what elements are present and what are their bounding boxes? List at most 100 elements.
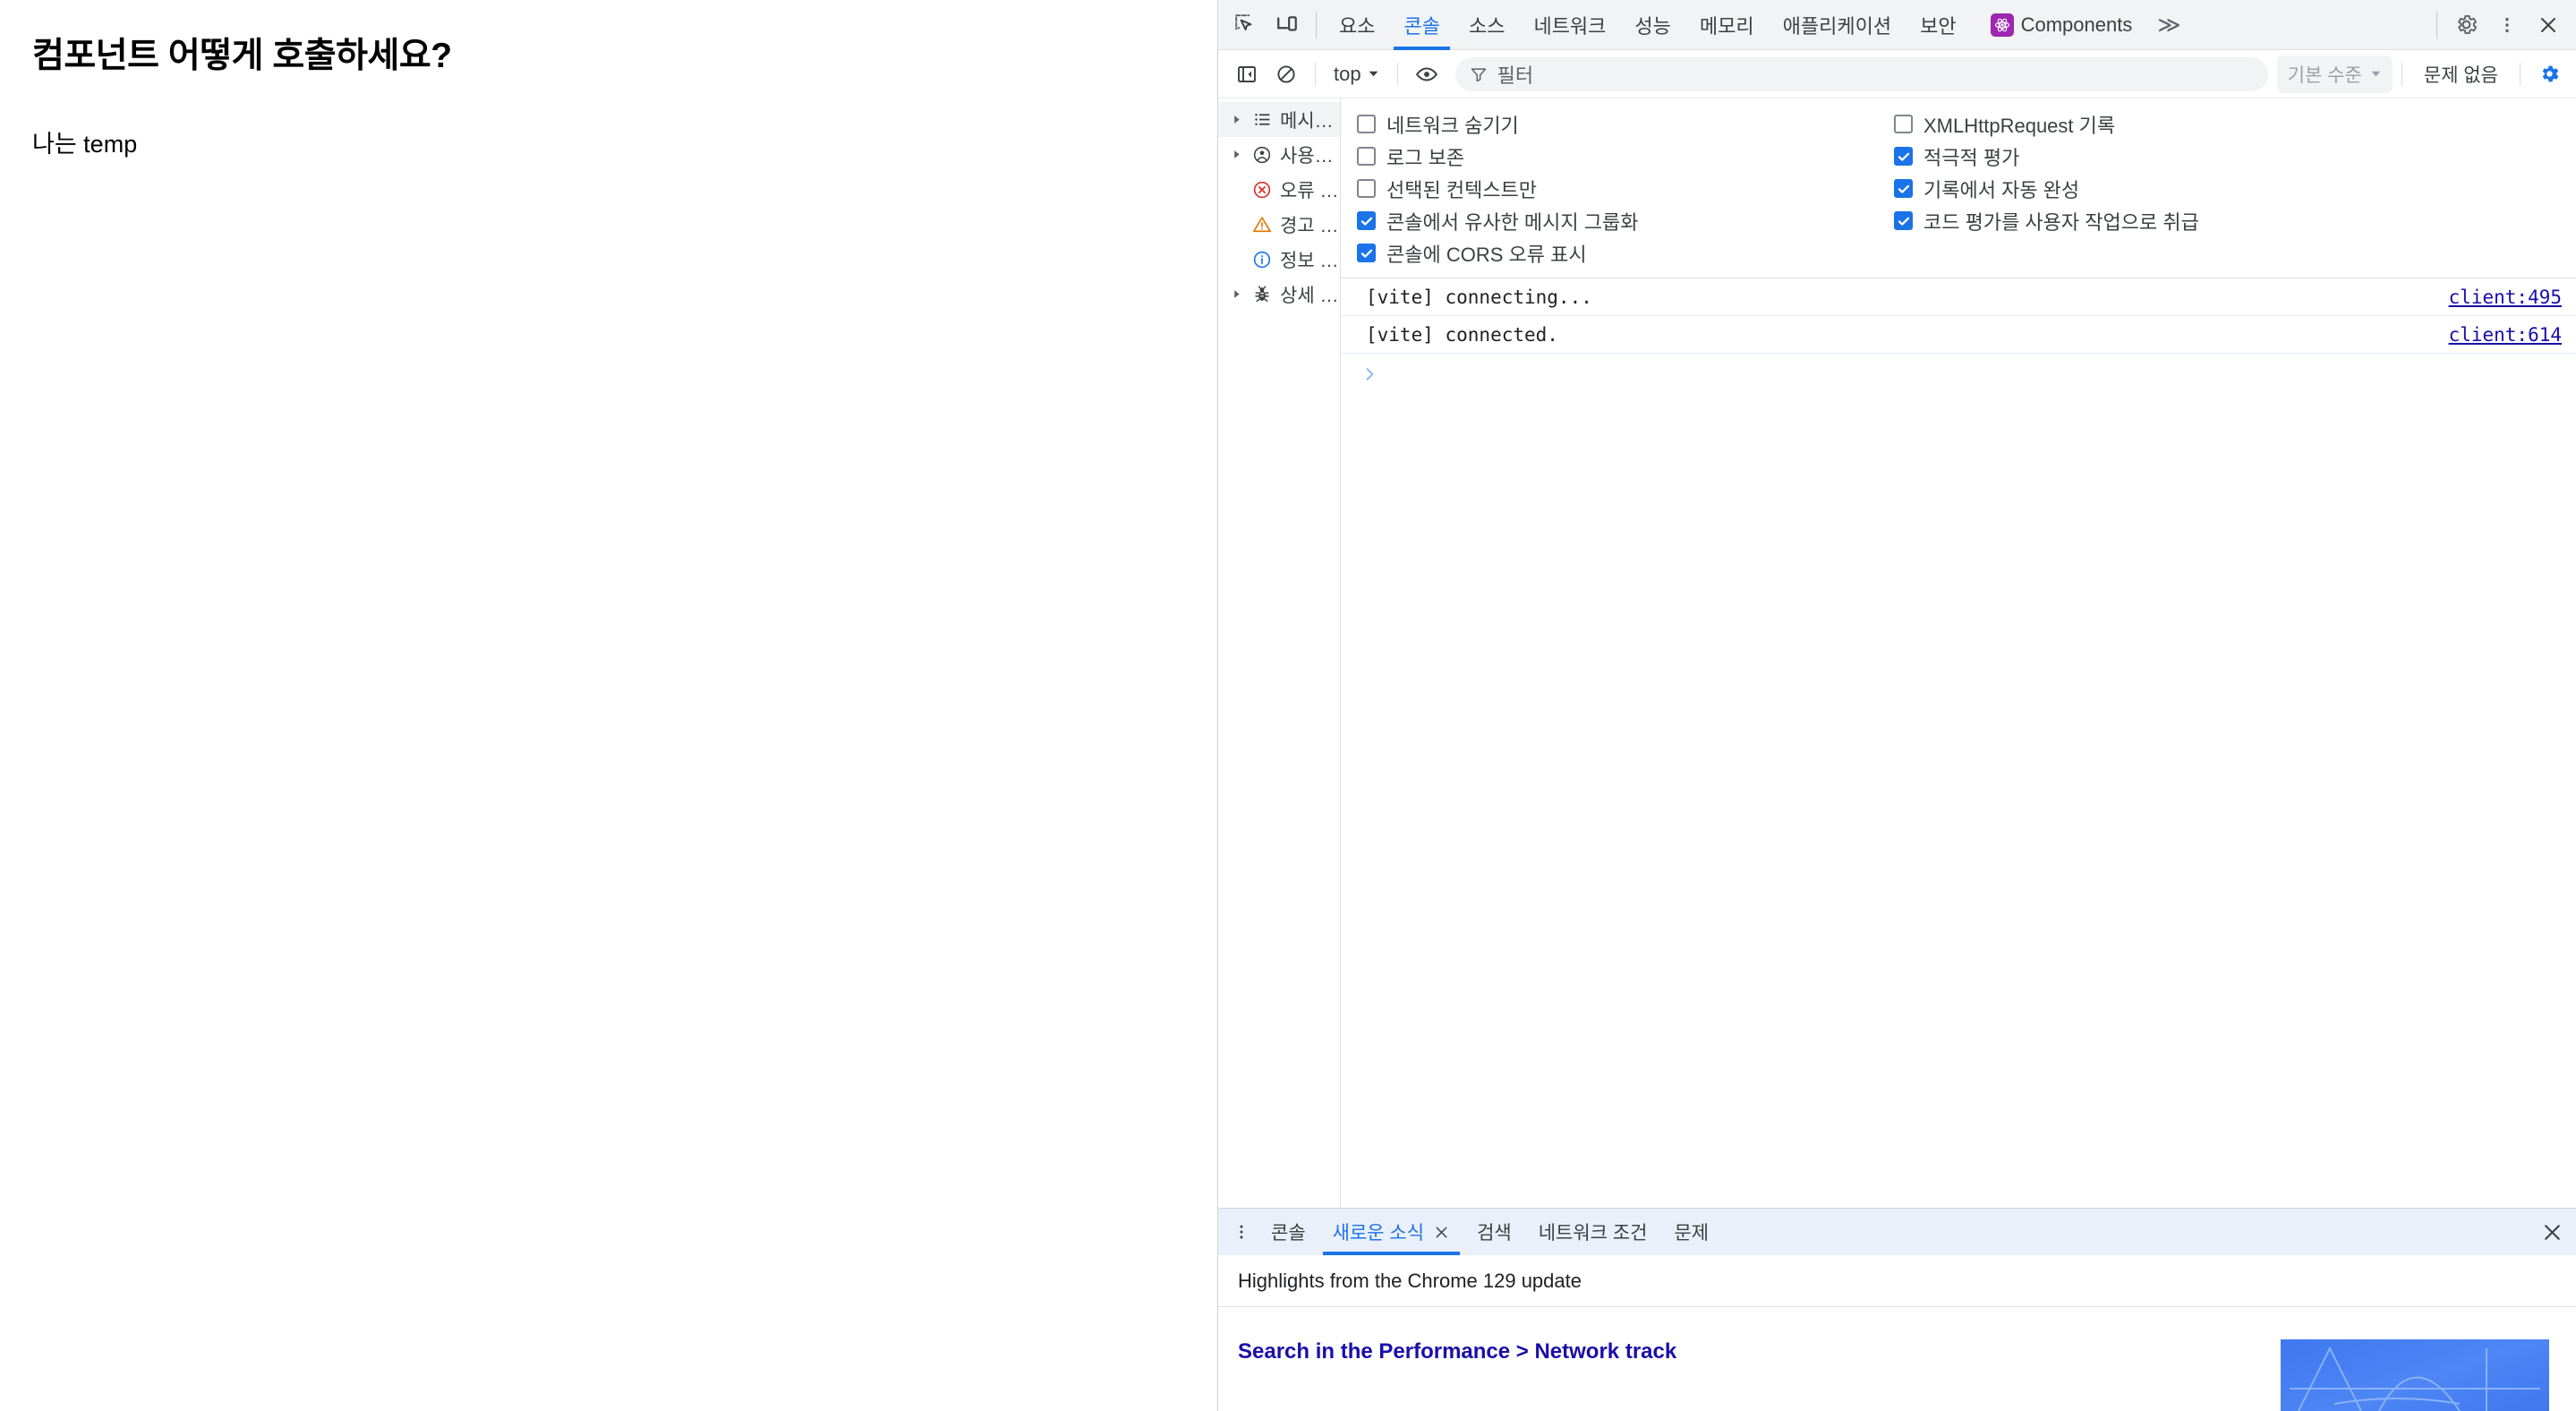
- drawer-tab-label: 콘솔: [1271, 1219, 1306, 1245]
- console-sidebar-toggle-icon[interactable]: [1227, 55, 1267, 94]
- console-message-source-link[interactable]: client:614: [2449, 324, 2562, 346]
- setting-log-xhr[interactable]: XMLHttpRequest 기록: [1894, 111, 2199, 137]
- console-settings-right-column: XMLHttpRequest 기록 적극적 평가 기: [1894, 111, 2199, 266]
- tab-components[interactable]: Components: [1971, 0, 2147, 50]
- setting-label: 적극적 평가: [1923, 142, 2019, 171]
- drawer-more-options-icon[interactable]: [1225, 1223, 1258, 1241]
- setting-selected-context-only[interactable]: 선택된 컨텍스트만: [1357, 175, 1894, 201]
- setting-autocomplete-from-history[interactable]: 기록에서 자동 완성: [1894, 175, 2199, 201]
- setting-label: XMLHttpRequest 기록: [1923, 110, 2115, 139]
- tabbar-divider: [1316, 12, 1317, 38]
- tab-sources[interactable]: 소스: [1454, 0, 1519, 50]
- web-page-content: 컴포넌트 어떻게 호출하세요? 나는 temp: [0, 0, 1218, 1411]
- setting-label: 콘솔에 CORS 오류 표시: [1386, 239, 1587, 268]
- console-body: 메시지 2개 사용자 메시…: [1218, 98, 2576, 1208]
- tab-label: Components: [2021, 13, 2133, 37]
- close-icon[interactable]: [2528, 4, 2569, 46]
- more-tabs-icon[interactable]: ≫: [2146, 12, 2191, 38]
- sidebar-item-label: 메시지 2개: [1280, 107, 1340, 133]
- tabbar-right-controls: [2428, 4, 2576, 46]
- setting-show-cors-errors[interactable]: 콘솔에 CORS 오류 표시: [1357, 240, 1894, 266]
- user-icon: [1250, 145, 1274, 165]
- gear-icon[interactable]: [2445, 4, 2486, 46]
- setting-label: 로그 보존: [1386, 142, 1464, 171]
- console-message-source-link[interactable]: client:495: [2449, 286, 2562, 308]
- log-level-select[interactable]: 기본 수준: [2277, 56, 2393, 93]
- expand-arrow-icon[interactable]: [1231, 150, 1244, 159]
- tab-label: 성능: [1634, 11, 1670, 39]
- drawer-tab-label: 새로운 소식: [1333, 1219, 1424, 1245]
- sidebar-item-info[interactable]: 정보 없음: [1218, 242, 1340, 277]
- tab-network[interactable]: 네트워크: [1519, 0, 1620, 50]
- sidebar-item-errors[interactable]: 오류 없음: [1218, 172, 1340, 207]
- expand-arrow-icon[interactable]: [1231, 289, 1244, 299]
- setting-treat-eval-as-user-action[interactable]: 코드 평가를 사용자 작업으로 취급: [1894, 208, 2199, 234]
- whats-new-link[interactable]: Search in the Performance > Network trac…: [1238, 1339, 2281, 1364]
- whats-new-item: Search in the Performance > Network trac…: [1218, 1307, 2576, 1411]
- page-paragraph: 나는 temp: [32, 124, 1185, 159]
- setting-hide-network[interactable]: 네트워크 숨기기: [1357, 111, 1894, 137]
- chevron-down-icon: [2370, 68, 2382, 80]
- tab-memory[interactable]: 메모리: [1685, 0, 1769, 50]
- drawer-close-icon[interactable]: [2528, 1221, 2576, 1244]
- checkbox[interactable]: [1357, 211, 1376, 230]
- filterbar-divider-4: [2520, 63, 2521, 86]
- sidebar-item-verbose[interactable]: 상세 메시지 …: [1218, 277, 1340, 312]
- tab-console[interactable]: 콘솔: [1389, 0, 1454, 50]
- drawer-tab-label: 문제: [1674, 1219, 1709, 1245]
- sidebar-item-user-messages[interactable]: 사용자 메시…: [1218, 137, 1340, 172]
- checkbox[interactable]: [1894, 179, 1913, 198]
- setting-group-similar[interactable]: 콘솔에서 유사한 메시지 그룹화: [1357, 208, 1894, 234]
- filter-placeholder: 필터: [1497, 60, 1533, 89]
- drawer-tab-whats-new[interactable]: 새로운 소식: [1319, 1209, 1463, 1255]
- sidebar-item-label: 정보 없음: [1280, 246, 1340, 273]
- console-prompt[interactable]: [1341, 354, 2576, 395]
- more-options-icon[interactable]: [2486, 4, 2528, 46]
- error-icon: [1250, 180, 1274, 200]
- tab-label: 소스: [1469, 11, 1505, 39]
- checkbox[interactable]: [1357, 115, 1376, 133]
- console-message-row[interactable]: [vite] connecting... client:495: [1341, 278, 2576, 316]
- checkbox[interactable]: [1357, 147, 1376, 166]
- page-title: 컴포넌트 어떻게 호출하세요?: [32, 36, 1185, 78]
- device-toolbar-icon[interactable]: [1267, 4, 1308, 46]
- filterbar-divider-3: [2401, 63, 2402, 86]
- live-expression-icon[interactable]: [1407, 55, 1446, 94]
- tab-application[interactable]: 애플리케이션: [1769, 0, 1906, 50]
- setting-label: 콘솔에서 유사한 메시지 그룹화: [1386, 207, 1638, 235]
- checkbox[interactable]: [1894, 147, 1913, 166]
- checkbox[interactable]: [1357, 244, 1376, 262]
- setting-eager-evaluation[interactable]: 적극적 평가: [1894, 143, 2199, 169]
- drawer-tab-console[interactable]: 콘솔: [1258, 1209, 1319, 1255]
- devtools-drawer: 콘솔 새로운 소식 검색 네트워크 조건 문제: [1218, 1208, 2576, 1411]
- console-settings-gear-icon[interactable]: [2529, 55, 2569, 94]
- expand-arrow-icon[interactable]: [1231, 115, 1244, 124]
- sidebar-item-label: 사용자 메시…: [1280, 141, 1340, 168]
- drawer-tab-search[interactable]: 검색: [1463, 1209, 1525, 1255]
- checkbox[interactable]: [1894, 211, 1913, 230]
- react-atom-icon: [1991, 13, 2014, 37]
- sidebar-item-warnings[interactable]: 경고 없음: [1218, 207, 1340, 242]
- sidebar-item-messages[interactable]: 메시지 2개: [1218, 102, 1340, 137]
- clear-console-icon[interactable]: [1267, 55, 1306, 94]
- tab-label: 애플리케이션: [1783, 11, 1891, 39]
- inspect-element-icon[interactable]: [1225, 4, 1267, 46]
- issues-status[interactable]: 문제 없음: [2411, 61, 2511, 88]
- execution-context-select[interactable]: top: [1325, 63, 1388, 86]
- console-settings-pane: 네트워크 숨기기 로그 보존 선택된 컨텍스트만: [1341, 98, 2576, 278]
- drawer-tab-close-icon[interactable]: [1433, 1224, 1450, 1241]
- filter-input[interactable]: 필터: [1455, 57, 2268, 91]
- tab-performance[interactable]: 성능: [1620, 0, 1685, 50]
- console-message-text: [vite] connecting...: [1366, 286, 2449, 308]
- console-message-row[interactable]: [vite] connected. client:614: [1341, 316, 2576, 354]
- setting-label: 네트워크 숨기기: [1386, 110, 1519, 139]
- drawer-tab-issues[interactable]: 문제: [1660, 1209, 1722, 1255]
- log-level-value: 기본 수준: [2288, 61, 2362, 88]
- checkbox[interactable]: [1357, 179, 1376, 198]
- tab-security[interactable]: 보안: [1906, 0, 1970, 50]
- checkbox[interactable]: [1894, 115, 1913, 133]
- console-log-area[interactable]: [vite] connecting... client:495 [vite] c…: [1341, 278, 2576, 1208]
- setting-preserve-log[interactable]: 로그 보존: [1357, 143, 1894, 169]
- drawer-tab-network-conditions[interactable]: 네트워크 조건: [1525, 1209, 1661, 1255]
- tab-elements[interactable]: 요소: [1325, 0, 1389, 50]
